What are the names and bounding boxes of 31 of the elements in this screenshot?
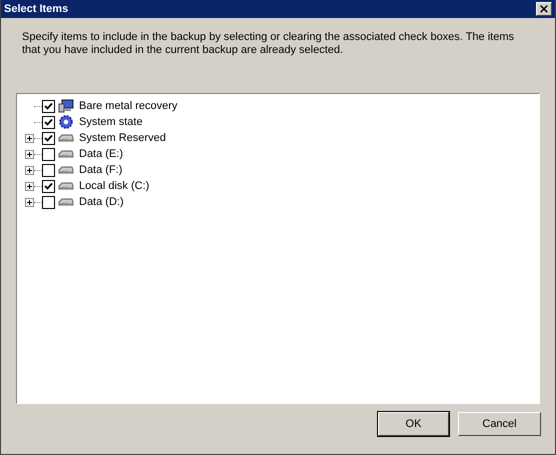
expand-icon[interactable] bbox=[25, 134, 34, 142]
expand-icon[interactable] bbox=[25, 198, 34, 206]
tree-item-label[interactable]: Data (D:) bbox=[77, 196, 126, 208]
checkbox[interactable] bbox=[42, 180, 55, 192]
checkbox[interactable] bbox=[42, 148, 55, 160]
window-title: Select Items bbox=[4, 3, 68, 15]
computer-icon bbox=[58, 99, 74, 113]
drive-icon bbox=[58, 133, 74, 143]
dialog-button[interactable]: OK bbox=[378, 412, 449, 436]
expand-icon[interactable] bbox=[25, 150, 34, 158]
drive-icon bbox=[58, 197, 74, 207]
tree-item-label[interactable]: Bare metal recovery bbox=[77, 100, 180, 112]
checkbox[interactable] bbox=[42, 132, 55, 144]
tree-item-label[interactable]: System state bbox=[77, 116, 145, 128]
expand-icon[interactable] bbox=[25, 166, 34, 174]
tree-item-label[interactable]: System Reserved bbox=[77, 132, 168, 144]
drive-icon bbox=[58, 181, 74, 191]
drive-icon bbox=[58, 165, 74, 175]
tree-item-label[interactable]: Data (E:) bbox=[77, 148, 126, 160]
tree-item-label[interactable]: Local disk (C:) bbox=[77, 180, 152, 192]
checkbox[interactable] bbox=[42, 100, 55, 112]
expand-icon[interactable] bbox=[25, 182, 34, 190]
tree-item-label[interactable]: Data (F:) bbox=[77, 164, 124, 176]
instructions-text: Specify items to include in the backup by selecting or clearing the associated check boxes. The items that you have included in the current backup are already selected. bbox=[22, 31, 516, 57]
checkbox[interactable] bbox=[42, 164, 55, 176]
close-button[interactable]: × bbox=[536, 2, 552, 16]
checkbox[interactable] bbox=[42, 196, 55, 208]
dialog-button[interactable]: Cancel bbox=[458, 412, 541, 436]
gear-icon bbox=[59, 114, 73, 130]
drive-icon bbox=[58, 149, 74, 159]
checkbox[interactable] bbox=[42, 116, 55, 128]
